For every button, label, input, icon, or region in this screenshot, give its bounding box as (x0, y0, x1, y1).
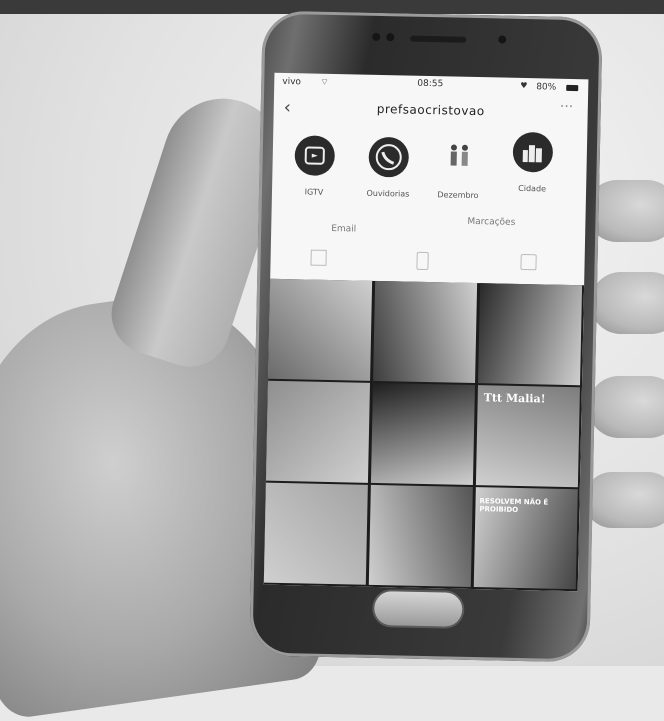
post-thumbnail[interactable] (368, 484, 473, 587)
carrier-name: vivo (282, 76, 302, 88)
post-caption: Ttt Malia! (483, 391, 546, 406)
phone-screen: vivo ⌔ 08:55 ♥ 80% ‹ prefsaocristovao ··… (263, 72, 589, 592)
status-bar: vivo ⌔ 08:55 ♥ 80% (274, 73, 588, 98)
post-thumbnail[interactable] (268, 278, 373, 381)
highlight-label: IGTV (304, 187, 324, 197)
highlight-cidade[interactable]: Cidade (502, 131, 563, 194)
post-thumbnail[interactable] (478, 283, 583, 386)
highlight-dezembro[interactable]: Dezembro (428, 138, 489, 200)
battery-icon (566, 84, 579, 92)
finger-4 (584, 472, 664, 528)
people-icon (438, 138, 479, 179)
highlight-ouvidorias[interactable]: Ouvidorias (358, 136, 419, 199)
front-sensor (372, 32, 381, 41)
proximity-sensor (498, 35, 507, 44)
igtv-icon (294, 135, 336, 177)
post-thumbnail[interactable] (373, 280, 478, 384)
post-caption: RESOLVEM NÃO É PROIBIDO (479, 497, 549, 514)
tagged-icon[interactable] (520, 253, 537, 271)
status-time: 08:55 (417, 78, 444, 90)
posts-grid: Ttt Malia! RESOLVEM NÃO É PROIBIDO (263, 278, 585, 592)
city-icon (512, 131, 554, 173)
smartphone: vivo ⌔ 08:55 ♥ 80% ‹ prefsaocristovao ··… (249, 10, 603, 663)
highlight-igtv[interactable]: IGTV (284, 135, 345, 197)
wifi-icon: ⌔ (320, 77, 329, 88)
highlight-label: Cidade (518, 183, 547, 194)
finger-2 (590, 272, 664, 334)
battery-percent: 80% (536, 82, 557, 93)
grid-view-icon[interactable] (310, 249, 327, 266)
more-options-icon[interactable]: ··· (560, 99, 574, 115)
finger-3 (588, 376, 664, 438)
story-highlights: IGTV Ouvidorias Dezembro Cidade (272, 131, 588, 222)
highlight-label: Ouvidorias (366, 188, 410, 199)
post-thumbnail[interactable] (265, 380, 371, 483)
phone-icon (368, 136, 410, 178)
tab-tagged-label[interactable]: Marcações (467, 217, 515, 228)
profile-username: prefsaocristovao (376, 101, 485, 119)
heart-icon: ♥ (520, 80, 528, 91)
reels-icon[interactable] (416, 251, 429, 271)
front-camera (386, 33, 395, 42)
post-thumbnail[interactable] (263, 482, 368, 585)
tab-posts-label[interactable]: Email (331, 224, 356, 235)
home-button[interactable] (373, 590, 463, 627)
profile-tab-bar (270, 249, 584, 280)
highlight-label: Dezembro (437, 190, 479, 201)
post-thumbnail[interactable] (370, 382, 475, 486)
earpiece-speaker (410, 35, 467, 43)
profile-header: ‹ prefsaocristovao ··· (273, 95, 587, 128)
